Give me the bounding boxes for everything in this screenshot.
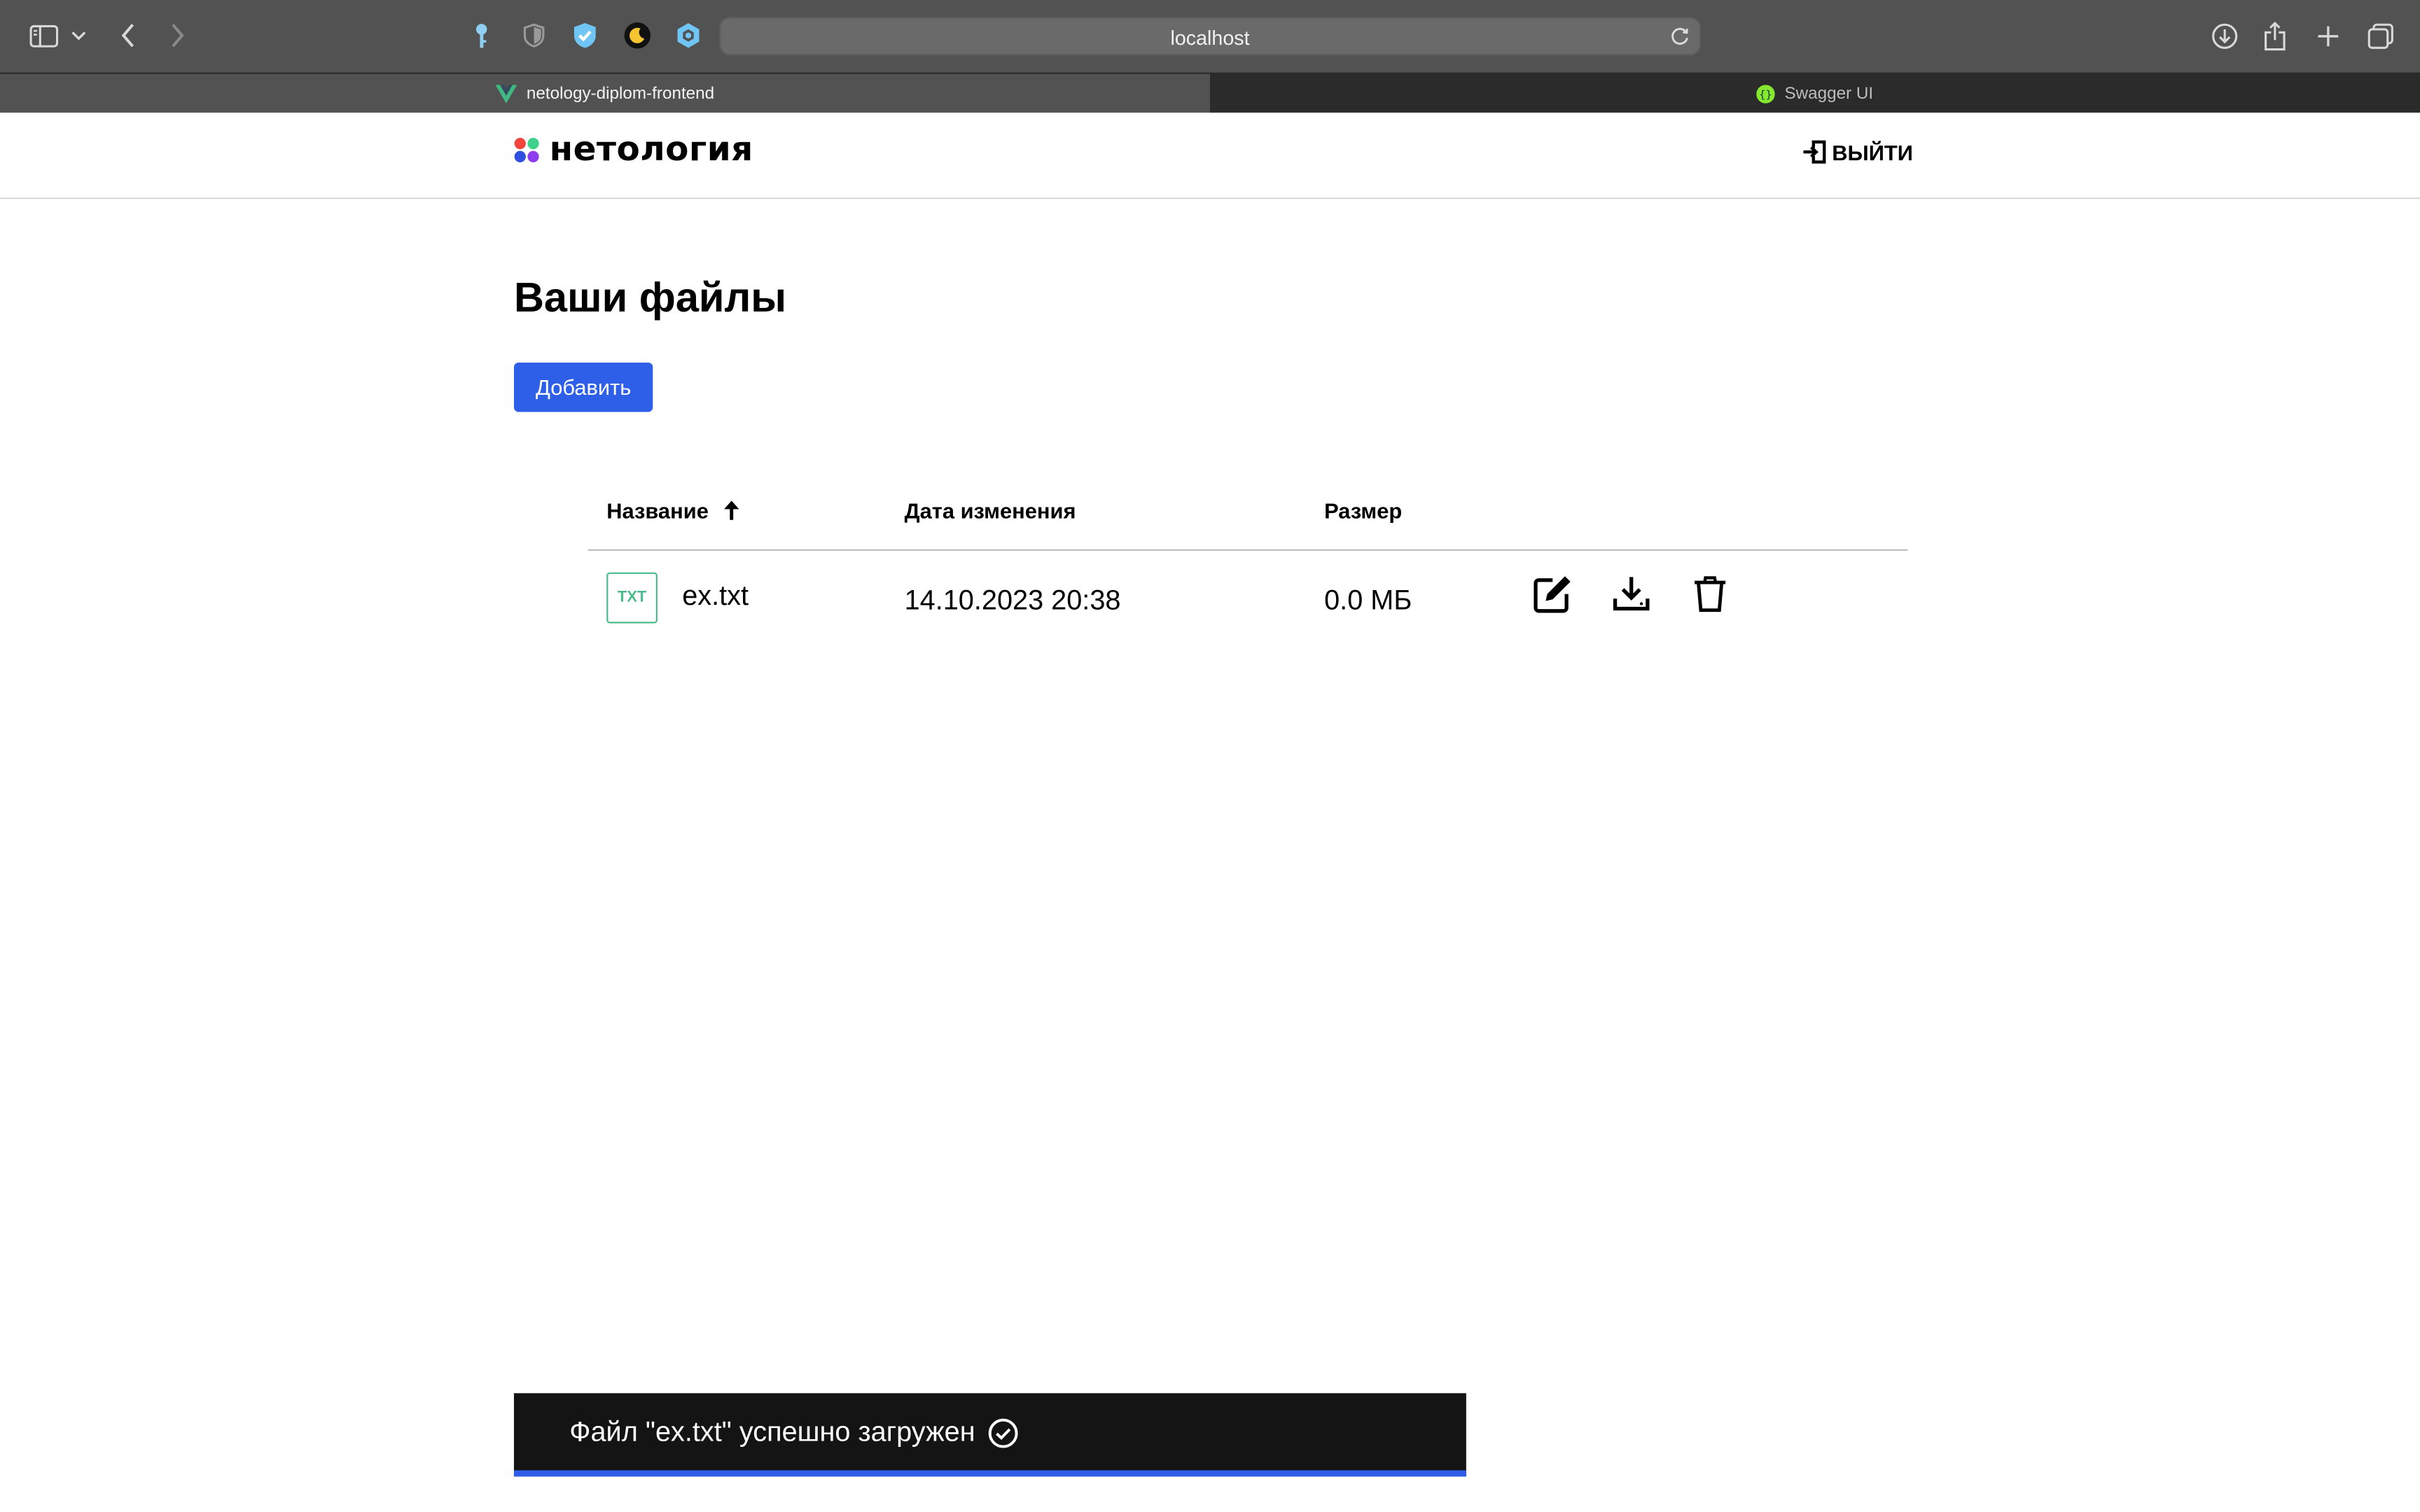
download-file-icon [1613, 577, 1650, 611]
toast-content: Файл "ex.txt" успешно загружен [569, 1416, 1018, 1448]
new-tab-button[interactable] [2312, 20, 2343, 51]
trash-icon [1695, 576, 1726, 612]
extension-darkmode[interactable] [622, 20, 653, 51]
extension-adblock[interactable] [571, 20, 599, 51]
reload-icon [1671, 27, 1688, 45]
upload-toast: Файл "ex.txt" успешно загружен [513, 1393, 1466, 1477]
file-type-badge: TXT [606, 572, 658, 624]
moon-icon [624, 22, 651, 49]
swagger-icon: {} [1756, 85, 1776, 104]
logo-text: нетология [549, 131, 753, 170]
file-name: ex.txt [682, 580, 749, 611]
edit-icon [1534, 576, 1571, 613]
app-root: localhost netology-diplom-frontend {} Sw… [0, 0, 2420, 1481]
hexagon-icon [677, 23, 700, 48]
browser-toolbar: localhost [0, 0, 2420, 73]
sidebar-menu-button[interactable] [68, 24, 90, 46]
netology-logo-icon [514, 137, 539, 162]
column-modified-label: Дата изменения [904, 498, 1076, 524]
sidebar-icon [29, 24, 57, 47]
key-icon [475, 23, 487, 48]
column-name-label: Название [606, 498, 709, 524]
share-button[interactable] [2261, 18, 2289, 52]
plus-icon [2317, 25, 2338, 46]
column-header-modified[interactable]: Дата изменения [905, 498, 1076, 523]
logout-label: ВЫЙТИ [1832, 139, 1913, 164]
page-title: Ваши файлы [513, 274, 787, 321]
table-header: Название Дата изменения Размер [587, 482, 1908, 551]
tab-title: Swagger UI [1784, 85, 1874, 104]
address-bar[interactable]: localhost [719, 17, 1701, 56]
tab-overview-button[interactable] [2365, 20, 2395, 51]
toast-message: Файл "ex.txt" успешно загружен [569, 1416, 975, 1448]
downloads-button[interactable] [2209, 20, 2239, 51]
tabs-icon [2367, 22, 2393, 48]
column-size-label: Размер [1324, 498, 1403, 524]
logout-button[interactable]: ВЫЙТИ [1802, 139, 1913, 164]
back-icon [121, 23, 134, 48]
app-header: нетология ВЫЙТИ [0, 112, 2420, 200]
logo[interactable]: нетология [514, 131, 753, 169]
shield-icon [523, 23, 545, 48]
files-table: Название Дата изменения Размер TXT ex.tx… [587, 482, 1908, 643]
delete-file-button[interactable] [1688, 573, 1732, 616]
svg-text:{}: {} [1760, 88, 1773, 101]
check-circle-icon [987, 1417, 1018, 1448]
tab-title: netology-diplom-frontend [526, 85, 715, 104]
toast-progress-bar [513, 1470, 1466, 1477]
column-header-size[interactable]: Размер [1324, 498, 1402, 523]
share-icon [2265, 20, 2286, 50]
tab-netology-frontend[interactable]: netology-diplom-frontend [0, 74, 1211, 115]
extension-privacy[interactable] [520, 22, 548, 50]
sidebar-toggle-button[interactable] [28, 22, 59, 50]
file-modified: 14.10.2023 20:38 [904, 584, 1121, 616]
tab-swagger-ui[interactable]: {} Swagger UI [1210, 74, 2420, 115]
sort-up-icon [724, 500, 739, 520]
address-text: localhost [1170, 26, 1250, 50]
column-header-name[interactable]: Название [606, 498, 741, 523]
forward-button[interactable] [164, 20, 192, 51]
edit-file-button[interactable] [1531, 573, 1574, 616]
browser-tab-bar: netology-diplom-frontend {} Swagger UI [0, 72, 2420, 115]
extension-password[interactable] [468, 22, 496, 50]
logout-icon [1803, 140, 1826, 164]
reload-button[interactable] [1670, 26, 1692, 48]
check-shield-icon [573, 23, 596, 48]
download-file-button[interactable] [1610, 573, 1653, 616]
forward-icon [172, 23, 184, 48]
chevron-down-icon [71, 31, 86, 41]
file-size: 0.0 МБ [1324, 584, 1412, 616]
download-icon [2211, 22, 2237, 48]
extension-hexagon[interactable] [674, 20, 702, 51]
back-button[interactable] [114, 20, 142, 51]
add-file-button[interactable]: Добавить [513, 362, 653, 412]
table-row: TXT ex.txt 14.10.2023 20:38 0.0 МБ [588, 551, 1907, 643]
vue-icon [495, 85, 517, 104]
